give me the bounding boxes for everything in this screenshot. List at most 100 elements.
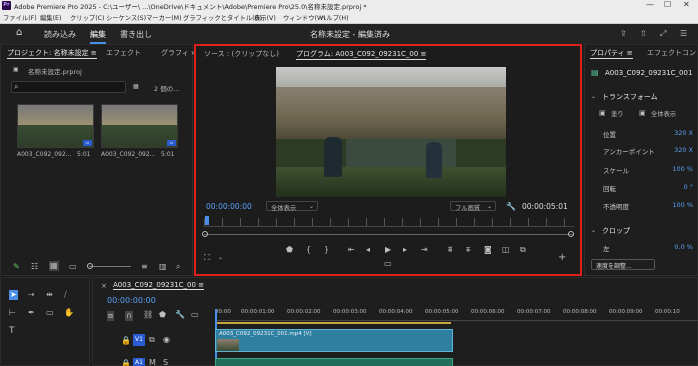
search-bottom-icon[interactable]: ⌕ xyxy=(176,263,180,271)
share-icon[interactable]: ⇪ xyxy=(620,30,627,38)
rectangle-tool-icon[interactable]: ▭ xyxy=(46,309,54,317)
pen-icon[interactable]: ✎ xyxy=(13,263,20,271)
menu-marker[interactable]: マーカー(M) xyxy=(146,13,182,22)
multicam-icon[interactable]: ▭ xyxy=(384,260,392,268)
tab-program-monitor[interactable]: プログラム: A003_C092_09231C_00 ≡ xyxy=(296,49,427,60)
prop-value[interactable]: 100 % xyxy=(659,201,693,209)
speech-icon[interactable]: ☰ xyxy=(680,30,687,38)
solo-icon[interactable]: S xyxy=(163,359,168,366)
monitor-zoom-bar[interactable] xyxy=(204,234,574,235)
fit-icon[interactable]: ▣ xyxy=(639,109,646,117)
fill-label[interactable]: 塗り xyxy=(611,109,624,118)
add-button-icon[interactable]: + xyxy=(558,253,566,263)
quick-export-icon[interactable]: ⇧ xyxy=(640,30,647,38)
safe-margins-icon[interactable]: ⛶ xyxy=(204,254,210,262)
freeform-view-icon[interactable]: ▭ xyxy=(69,263,77,271)
eye-icon[interactable]: ◉ xyxy=(163,336,170,344)
go-to-in-icon[interactable]: ⇤ xyxy=(348,246,355,254)
work-area-bar[interactable] xyxy=(215,322,451,324)
proxy-toggle-icon[interactable]: ⧉ xyxy=(520,246,526,254)
tab-properties[interactable]: プロパティ ≡ xyxy=(590,48,633,59)
sync-lock-icon[interactable]: ⧉ xyxy=(149,336,155,344)
menu-graphics[interactable]: グラフィックとタイトル(G) xyxy=(183,13,262,22)
maximize-button[interactable]: ☐ xyxy=(664,0,671,9)
quality-dropdown[interactable]: フル画質 ⌄ xyxy=(450,201,496,212)
new-bin-icon[interactable]: ▦ xyxy=(133,83,139,91)
search-input[interactable]: ⌕ xyxy=(11,81,126,93)
prop-value[interactable]: 100 % xyxy=(659,165,693,173)
monitor-playhead[interactable] xyxy=(205,216,209,225)
comparison-view-icon[interactable]: ◫ xyxy=(502,246,510,254)
tab-project[interactable]: プロジェクト: 名称未設定 ≡ xyxy=(7,48,97,59)
lift-icon[interactable]: ⩩ xyxy=(448,246,452,254)
export-frame-icon[interactable]: ◙ xyxy=(484,246,492,254)
tab-effect-controls[interactable]: エフェクトコント xyxy=(647,48,698,58)
timeline-settings-icon[interactable]: 🔧 xyxy=(175,311,185,319)
linked-selection-icon[interactable]: ⛓ xyxy=(143,311,153,319)
type-tool-icon[interactable]: T xyxy=(9,327,15,336)
tab-import[interactable]: 読み込み xyxy=(44,29,76,40)
zoom-slider-handle[interactable] xyxy=(87,263,93,269)
prop-value[interactable]: 320 X xyxy=(659,146,693,154)
track-target-v1[interactable]: V1 xyxy=(133,334,145,346)
chevron-down-icon[interactable]: ⌄ xyxy=(591,227,596,235)
close-icon[interactable]: × xyxy=(101,282,107,290)
minimize-button[interactable]: — xyxy=(646,0,654,9)
fit-dropdown[interactable]: 全体表示 ⌄ xyxy=(266,201,318,212)
extract-icon[interactable]: ⩨ xyxy=(466,246,471,254)
hand-tool-icon[interactable]: ✋ xyxy=(64,309,74,317)
prop-value[interactable]: 0 ° xyxy=(659,183,693,191)
tab-export[interactable]: 書き出し xyxy=(120,29,152,40)
section-transform[interactable]: トランスフォーム xyxy=(602,92,658,102)
captions-icon[interactable]: ▭ xyxy=(191,311,199,319)
tab-graphics[interactable]: グラフィ » xyxy=(161,48,195,58)
playhead-timecode[interactable]: 00:00:00:00 xyxy=(206,202,252,211)
fullscreen-icon[interactable]: ⤢ xyxy=(660,30,666,38)
zoom-bar-left-handle[interactable] xyxy=(202,231,208,237)
track-target-a1[interactable]: A1 xyxy=(133,358,145,366)
mark-in-icon[interactable]: { xyxy=(306,246,311,254)
zoom-bar-right-handle[interactable] xyxy=(568,231,574,237)
menu-clip[interactable]: クリップ(C) xyxy=(70,13,105,22)
track-select-icon[interactable]: ⇢ xyxy=(28,291,35,299)
step-forward-icon[interactable]: ▸ xyxy=(403,246,407,254)
sort-icon[interactable]: ≡ xyxy=(141,263,148,271)
clip-thumbnail[interactable]: ▭ xyxy=(17,104,94,148)
chevron-down-icon[interactable]: ⌄ xyxy=(218,254,223,262)
menu-help[interactable]: ヘルプ(H) xyxy=(320,13,349,22)
razor-icon[interactable]: ⧸ xyxy=(64,291,67,299)
clip-thumbnail[interactable]: ▭ xyxy=(101,104,178,148)
lock-icon[interactable]: 🔒 xyxy=(121,337,131,345)
fill-icon[interactable]: ▣ xyxy=(599,109,606,117)
selection-tool-icon[interactable]: ➤ xyxy=(9,290,18,300)
fit-label[interactable]: 全体表示 xyxy=(651,109,676,118)
pen-tool-icon[interactable]: ✒ xyxy=(28,309,35,317)
tab-effects[interactable]: エフェクト xyxy=(106,48,141,58)
video-clip[interactable]: A003_C092_09231C_001.mp4 [V] xyxy=(215,329,453,352)
lock-icon[interactable]: 🔒 xyxy=(121,360,131,366)
icon-view-icon[interactable]: ▦ xyxy=(49,261,59,271)
speed-adjust-button[interactable]: 速度を調整... xyxy=(591,259,655,270)
chevron-down-icon[interactable]: ⌄ xyxy=(591,93,596,101)
mute-icon[interactable]: M xyxy=(149,359,156,366)
tab-source-monitor[interactable]: ソース : (クリップなし) xyxy=(204,49,279,59)
close-button[interactable]: ✕ xyxy=(683,0,690,9)
menu-view[interactable]: 表示(V) xyxy=(254,13,276,22)
play-icon[interactable]: ▶ xyxy=(385,246,391,254)
menu-sequence[interactable]: シーケンス(S) xyxy=(106,13,146,22)
timeline-timecode[interactable]: 00:00:00:00 xyxy=(107,296,156,305)
section-crop[interactable]: クロップ xyxy=(602,226,630,236)
list-view-icon[interactable]: ☷ xyxy=(31,263,38,271)
audio-clip[interactable] xyxy=(215,358,453,366)
step-back-icon[interactable]: ◂ xyxy=(366,246,370,254)
home-icon[interactable]: ⌂ xyxy=(16,27,22,38)
slip-tool-icon[interactable]: ⊢ xyxy=(9,309,16,317)
zoom-slider[interactable] xyxy=(89,266,131,267)
mark-out-icon[interactable]: } xyxy=(324,246,329,254)
tab-sequence[interactable]: A003_C092_09231C_00 ≡ xyxy=(113,281,205,290)
program-video-frame[interactable] xyxy=(276,67,506,197)
monitor-time-ruler[interactable] xyxy=(204,218,574,227)
menu-file[interactable]: ファイル(F) xyxy=(3,13,37,22)
tab-edit[interactable]: 編集 xyxy=(90,29,106,44)
ripple-edit-icon[interactable]: ⇹ xyxy=(46,291,53,299)
